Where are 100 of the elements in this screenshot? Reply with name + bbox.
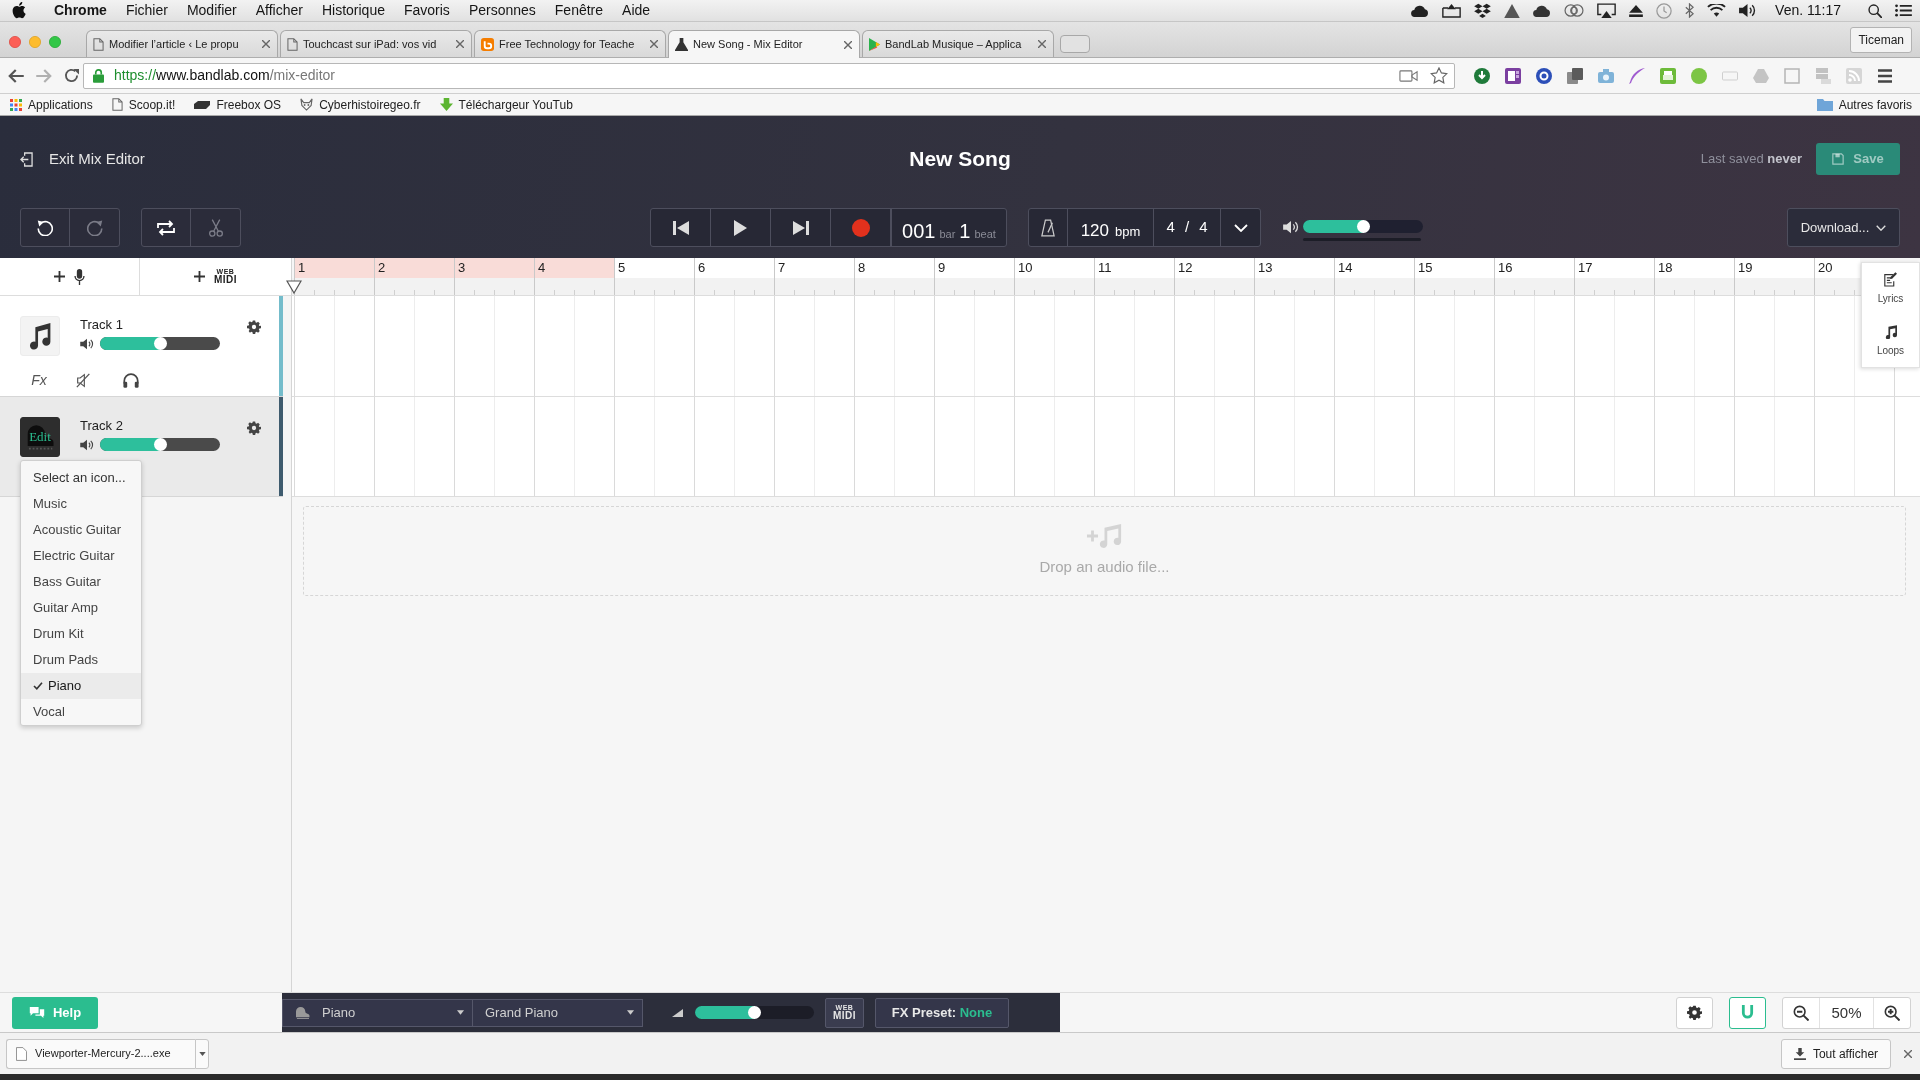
back-icon[interactable]	[8, 68, 24, 83]
bookmark-link[interactable]: Cyberhistoiregeo.fr	[300, 95, 421, 114]
menu-item[interactable]: Piano	[21, 673, 141, 699]
download-arrow-icon	[439, 98, 453, 111]
feather-icon[interactable]	[1629, 67, 1645, 84]
effects-button[interactable]: Fx	[26, 369, 52, 391]
mute-button[interactable]	[76, 372, 91, 388]
apple-icon[interactable]	[12, 2, 26, 19]
bar-number: 7	[774, 258, 854, 278]
master-volume-slider[interactable]	[1303, 220, 1423, 233]
download-menu-button[interactable]	[195, 1038, 209, 1069]
list-icon[interactable]	[1895, 4, 1912, 17]
close-icon[interactable]	[844, 40, 852, 49]
track-icon-button[interactable]	[20, 316, 60, 356]
bookmark-link[interactable]: Applications	[10, 95, 93, 114]
menu-item[interactable]: Guitar Amp	[21, 595, 141, 621]
browser-tab[interactable]: Free Technology for Teache	[474, 30, 666, 57]
address-field[interactable]: https://www.bandlab.com/mix-editor	[83, 62, 1455, 89]
settings-icon[interactable]	[247, 320, 261, 334]
reload-icon[interactable]	[64, 68, 79, 83]
menu-item[interactable]: Historique	[321, 0, 385, 21]
rings-icon[interactable]	[1564, 4, 1585, 17]
menu-item[interactable]: Fenêtre	[554, 0, 604, 21]
fx-preset-button[interactable]: FX Preset: None	[875, 997, 1009, 1028]
circle-icon[interactable]	[1536, 67, 1552, 84]
time-signature-field[interactable]: 4 / 4	[1154, 209, 1221, 246]
menu-item[interactable]: Aide	[622, 0, 651, 21]
browser-tab[interactable]: New Song - Mix Editor	[668, 30, 860, 58]
menu-item[interactable]: Afficher	[255, 0, 303, 21]
exit-button[interactable]: Exit Mix Editor	[20, 147, 145, 171]
track-volume-slider[interactable]	[100, 337, 220, 350]
bookmark-folder[interactable]: Autres favoris	[1816, 95, 1912, 114]
menu-item[interactable]: Fichier	[125, 0, 168, 21]
browser-tab[interactable]: Touchcast sur iPad: vos vid	[280, 30, 472, 57]
browser-tab[interactable]: Modifier l’article ‹ Le propu	[86, 30, 278, 57]
bookmark-link[interactable]: Téléchargeur YouTub	[439, 95, 573, 114]
instrument-volume-slider[interactable]	[695, 1006, 814, 1019]
close-icon[interactable]	[1904, 1049, 1912, 1058]
settings-button[interactable]	[1676, 996, 1713, 1029]
loop-icon	[157, 219, 175, 236]
caret-down-icon	[198, 1051, 206, 1056]
eject-icon[interactable]	[1629, 4, 1644, 17]
download-circle-icon[interactable]	[1474, 67, 1490, 84]
playhead-handle[interactable]	[286, 280, 302, 294]
menu-item[interactable]: Drum Kit	[21, 621, 141, 647]
clock-text[interactable]: Ven. 11:17	[1775, 0, 1841, 21]
close-icon[interactable]	[456, 40, 464, 48]
bookmark-link[interactable]: Scoop.it!	[111, 95, 176, 114]
bluetooth-icon[interactable]	[1685, 3, 1695, 18]
menu-item[interactable]: Vocal	[21, 699, 141, 725]
notebook-icon[interactable]	[1505, 67, 1521, 84]
stacked-squares-icon[interactable]	[1567, 67, 1583, 84]
video-camera-icon[interactable]	[1399, 69, 1418, 82]
preset-select[interactable]: Grand Piano	[473, 998, 643, 1027]
wifi-icon[interactable]	[1707, 4, 1727, 17]
settings-icon[interactable]	[247, 421, 261, 435]
scissors-icon	[208, 218, 223, 237]
screen-icon[interactable]	[1597, 2, 1617, 19]
track-volume-slider[interactable]	[100, 438, 220, 451]
tempo-field[interactable]: 120 bpm	[1068, 209, 1154, 246]
dot-icon[interactable]	[1691, 67, 1707, 84]
cloud-icon[interactable]	[1411, 4, 1430, 17]
lyrics-button[interactable]: Lyrics	[1862, 263, 1919, 315]
zoom-out-icon	[1793, 1004, 1809, 1021]
track-icon-button[interactable]: Edit	[20, 417, 60, 457]
menu-item[interactable]: Drum Pads	[21, 647, 141, 673]
loops-button[interactable]: Loops	[1862, 315, 1919, 367]
music-note-icon	[1884, 324, 1897, 339]
speaker-icon[interactable]	[1739, 3, 1757, 18]
close-icon[interactable]	[262, 40, 270, 48]
close-icon[interactable]	[1038, 40, 1046, 48]
menu-icon[interactable]	[1877, 67, 1893, 84]
triangle-icon[interactable]	[1504, 3, 1521, 18]
tray-icon[interactable]	[1442, 3, 1462, 18]
menu-item[interactable]: Bass Guitar	[21, 569, 141, 595]
app-menu[interactable]: Chrome	[54, 0, 107, 21]
diamonds-icon[interactable]	[1474, 3, 1492, 18]
browser-tab[interactable]: BandLab Musique – Applica	[862, 30, 1054, 57]
download-button[interactable]: Download...	[1787, 208, 1900, 247]
plus-icon	[54, 271, 65, 282]
profile-button[interactable]: Ticeman	[1850, 26, 1912, 53]
menu-item[interactable]: Music	[21, 491, 141, 517]
menu-item[interactable]: Modifier	[186, 0, 237, 21]
menu-item[interactable]: Acoustic Guitar	[21, 517, 141, 543]
bar-number: 10	[1014, 258, 1094, 278]
menu-item[interactable]: Electric Guitar	[21, 543, 141, 569]
star-icon[interactable]	[1430, 67, 1448, 84]
menu-item[interactable]: Personnes	[468, 0, 536, 21]
show-all-button[interactable]: Tout afficher	[1781, 1038, 1891, 1069]
menu-item[interactable]: Favoris	[403, 0, 450, 21]
instrument-select[interactable]: Piano	[282, 998, 473, 1027]
cloud-icon[interactable]	[1533, 4, 1552, 17]
download-item[interactable]: Viewporter-Mercury-2....exe	[6, 1038, 195, 1069]
solo-button[interactable]	[123, 372, 139, 388]
close-icon[interactable]	[650, 40, 658, 48]
window-close-button[interactable]	[9, 35, 21, 48]
search-icon[interactable]	[1868, 3, 1882, 18]
caret-down-icon	[457, 1010, 464, 1015]
bar-number: 5	[614, 258, 694, 278]
bookmark-link[interactable]: Freebox OS	[194, 95, 282, 114]
